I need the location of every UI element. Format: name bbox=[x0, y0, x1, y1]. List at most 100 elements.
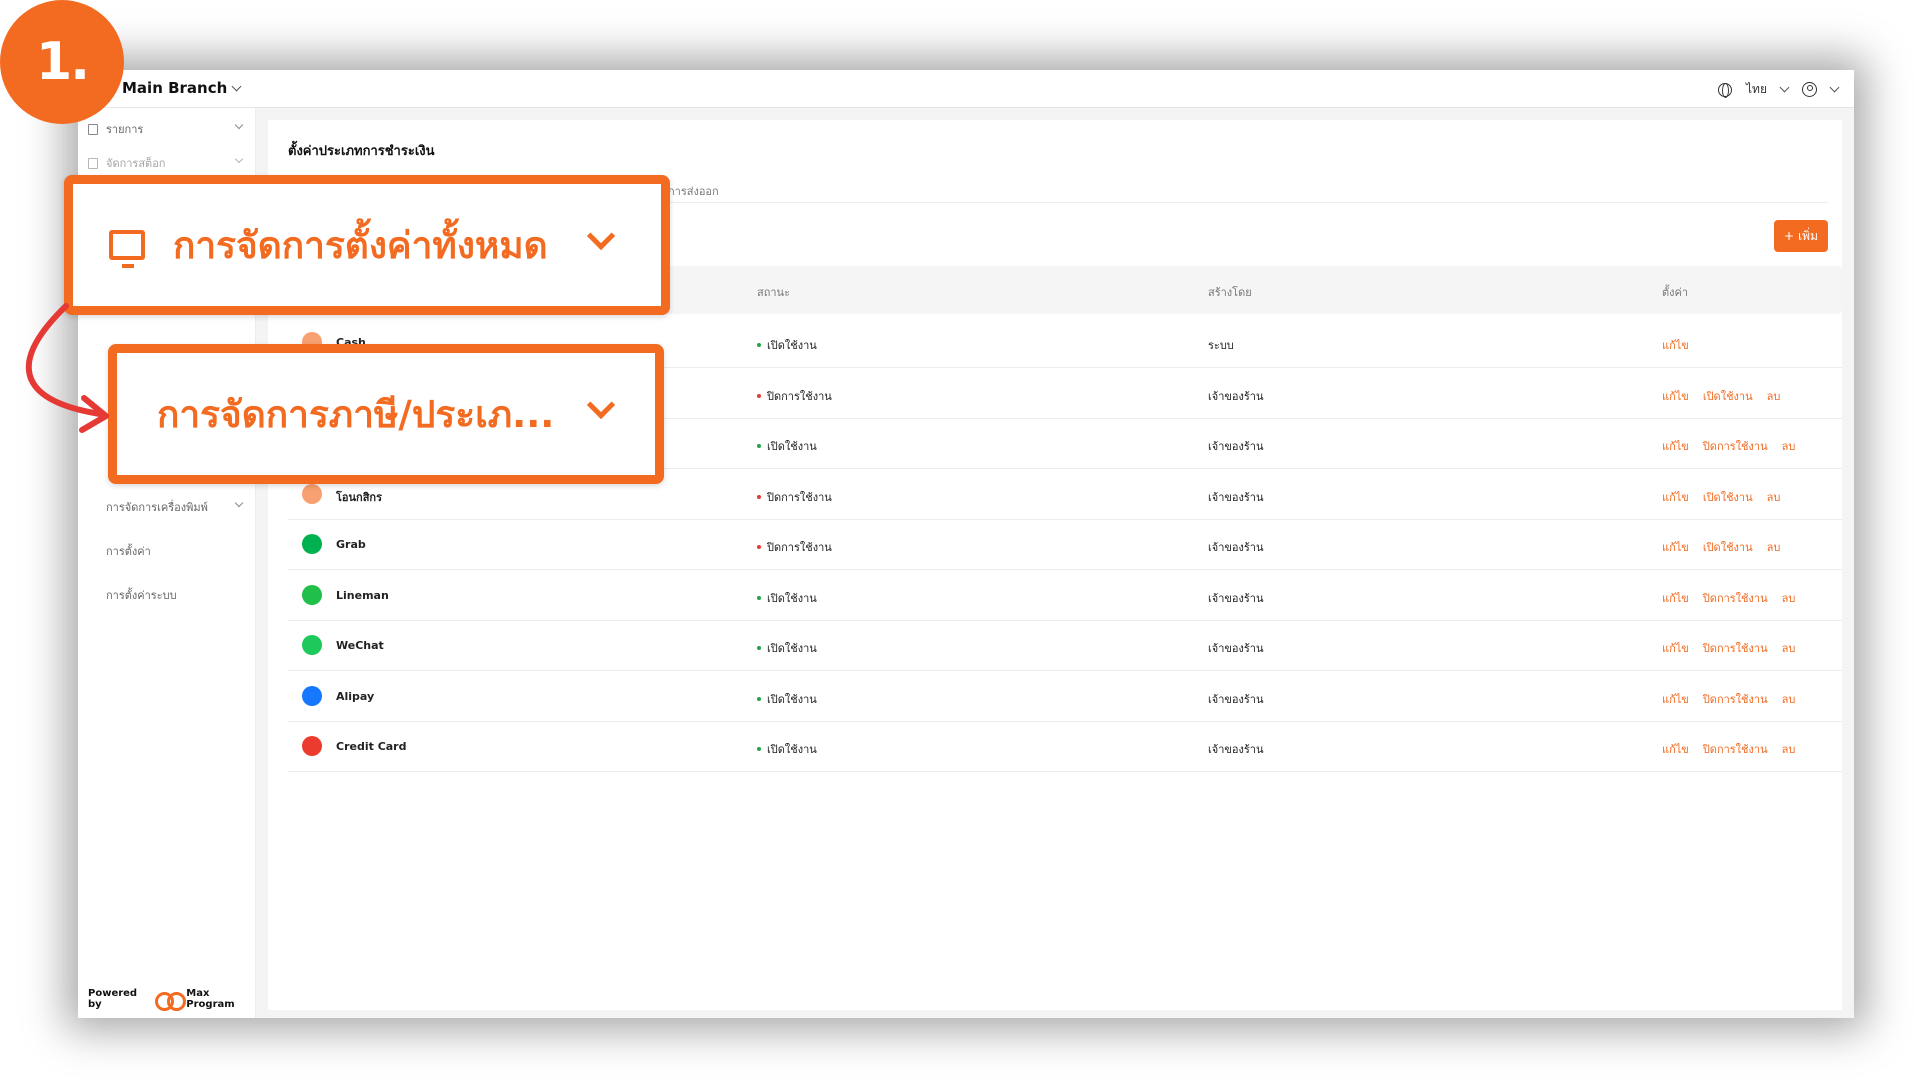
chevron-down-icon bbox=[234, 154, 244, 164]
top-right-controls: ไทย bbox=[1718, 80, 1840, 99]
created-by-cell: เจ้าของร้าน bbox=[1208, 541, 1264, 554]
table-row: WeChat เปิดใช้งาน เจ้าของร้าน แก้ไข ปิดการใช… bbox=[288, 621, 1842, 671]
callout-settings-menu: การจัดการตั้งค่าทั้งหมด bbox=[64, 175, 670, 315]
row-actions: แก้ไข ปิดการใช้งาน ลบ bbox=[1662, 690, 1795, 708]
row-actions: แก้ไข เปิดใช้งาน ลบ bbox=[1662, 387, 1780, 405]
callout-tax-label: การจัดการภาษี/ประเภ... bbox=[157, 392, 555, 436]
row-action-link[interactable]: ปิดการใช้งาน bbox=[1703, 589, 1768, 607]
step-badge: 1. bbox=[0, 0, 124, 124]
row-action-link[interactable]: แก้ไข bbox=[1662, 387, 1689, 405]
alipay-icon bbox=[302, 685, 322, 706]
row-action-link[interactable]: ปิดการใช้งาน bbox=[1703, 690, 1768, 708]
sidebar-item-list[interactable]: รายการ bbox=[88, 120, 246, 138]
callout-tax-menu: การจัดการภาษี/ประเภ... bbox=[108, 344, 664, 484]
status-cell: ปิดการใช้งาน bbox=[757, 387, 832, 405]
row-action-link[interactable]: แก้ไข bbox=[1662, 488, 1689, 506]
row-action-link[interactable]: ลบ bbox=[1782, 589, 1796, 607]
add-button[interactable]: + เพิ่ม bbox=[1774, 220, 1828, 252]
add-button-label: เพิ่ม bbox=[1798, 228, 1818, 243]
row-action-link[interactable]: แก้ไข bbox=[1662, 538, 1689, 556]
globe-icon bbox=[1718, 82, 1733, 98]
status-text: เปิดใช้งาน bbox=[767, 692, 817, 706]
chevron-down-icon bbox=[586, 390, 616, 420]
payment-type-name: Grab bbox=[336, 538, 366, 551]
row-action-link[interactable]: แก้ไข bbox=[1662, 437, 1689, 455]
status-cell: ปิดการใช้งาน bbox=[757, 538, 832, 556]
credit-card-icon bbox=[302, 736, 322, 756]
payment-type-name: Lineman bbox=[336, 588, 389, 602]
sidebar-item-label: การตั้งค่าระบบ bbox=[106, 589, 177, 602]
branch-name: Main Branch bbox=[122, 79, 228, 97]
payment-type-name: โอนกสิกร bbox=[336, 490, 382, 504]
row-action-link[interactable]: เปิดใช้งาน bbox=[1703, 387, 1753, 405]
row-action-link[interactable]: ปิดการใช้งาน bbox=[1703, 740, 1768, 758]
row-actions: แก้ไข ปิดการใช้งาน ลบ bbox=[1662, 639, 1795, 657]
row-action-link[interactable]: ปิดการใช้งาน bbox=[1703, 639, 1768, 657]
chevron-down-icon bbox=[586, 221, 616, 251]
status-cell: เปิดใช้งาน bbox=[757, 639, 817, 657]
sidebar-item-label: จัดการสต็อก bbox=[106, 157, 166, 170]
row-action-link[interactable]: ลบ bbox=[1782, 740, 1796, 758]
language-selector[interactable]: ไทย bbox=[1746, 80, 1767, 99]
sidebar-item-label: การตั้งค่า bbox=[106, 545, 151, 558]
sidebar-item-label: รายการ bbox=[106, 123, 144, 136]
column-header-created-by: สร้างโดย bbox=[1208, 286, 1252, 299]
created-by-cell: เจ้าของร้าน bbox=[1208, 490, 1264, 504]
table-row: Grab ปิดการใช้งาน เจ้าของร้าน แก้ไข เปิดใช้ง… bbox=[288, 520, 1842, 570]
status-cell: เปิดใช้งาน bbox=[757, 740, 817, 758]
chevron-down-icon bbox=[231, 81, 242, 91]
status-text: เปิดใช้งาน bbox=[767, 591, 817, 605]
row-actions: แก้ไข เปิดใช้งาน ลบ bbox=[1662, 538, 1780, 556]
chevron-down-icon bbox=[234, 120, 244, 130]
created-by-cell: เจ้าของร้าน bbox=[1208, 591, 1264, 605]
row-actions: แก้ไข ปิดการใช้งาน ลบ bbox=[1662, 589, 1795, 607]
status-dot-icon bbox=[757, 545, 761, 549]
row-action-link[interactable]: ลบ bbox=[1782, 690, 1796, 708]
row-action-link[interactable]: ลบ bbox=[1767, 387, 1781, 405]
row-action-link[interactable]: เปิดใช้งาน bbox=[1703, 488, 1753, 506]
sidebar-item-label: การจัดการเครื่องพิมพ์ bbox=[106, 501, 208, 514]
wechat-icon bbox=[302, 635, 322, 655]
document-icon bbox=[88, 157, 98, 169]
created-by-cell: เจ้าของร้าน bbox=[1208, 389, 1264, 403]
status-dot-icon bbox=[757, 444, 761, 448]
chevron-down-icon bbox=[234, 498, 244, 508]
row-action-link[interactable]: ลบ bbox=[1767, 488, 1781, 506]
row-actions: แก้ไข ปิดการใช้งาน ลบ bbox=[1662, 437, 1795, 455]
grab-icon bbox=[302, 534, 322, 554]
row-action-link[interactable]: ลบ bbox=[1782, 639, 1796, 657]
lineman-icon bbox=[302, 584, 322, 605]
row-action-link[interactable]: ปิดการใช้งาน bbox=[1703, 437, 1768, 455]
table-row: Alipay เปิดใช้งาน เจ้าของร้าน แก้ไข ปิดการใช… bbox=[288, 672, 1842, 722]
tutorial-stage: Main Branch ไทย รายการ จัดการสต็อก การจั… bbox=[0, 0, 1920, 1080]
sidebar-item-system-settings[interactable]: การตั้งค่าระบบ bbox=[88, 586, 246, 604]
row-action-link[interactable]: เปิดใช้งาน bbox=[1703, 538, 1753, 556]
column-header-status: สถานะ bbox=[757, 286, 790, 299]
user-icon[interactable] bbox=[1802, 82, 1817, 97]
chevron-down-icon[interactable] bbox=[1829, 82, 1840, 93]
status-text: ปิดการใช้งาน bbox=[767, 389, 832, 403]
row-action-link[interactable]: ลบ bbox=[1782, 437, 1796, 455]
status-text: ปิดการใช้งาน bbox=[767, 541, 832, 554]
row-action-link[interactable]: แก้ไข bbox=[1662, 336, 1689, 354]
row-action-link[interactable]: แก้ไข bbox=[1662, 639, 1689, 657]
payment-type-name: Alipay bbox=[336, 689, 375, 703]
row-action-link[interactable]: แก้ไข bbox=[1662, 740, 1689, 758]
row-actions: แก้ไข เปิดใช้งาน ลบ bbox=[1662, 488, 1780, 506]
sidebar-item-settings[interactable]: การตั้งค่า bbox=[88, 542, 246, 560]
column-header-settings: ตั้งค่า bbox=[1662, 286, 1689, 299]
sidebar-item-printer[interactable]: การจัดการเครื่องพิมพ์ bbox=[88, 498, 246, 516]
branch-selector[interactable]: Main Branch bbox=[122, 79, 242, 97]
created-by-cell: ระบบ bbox=[1208, 339, 1234, 352]
table-row: Lineman เปิดใช้งาน เจ้าของร้าน แก้ไข ปิดการใ… bbox=[288, 571, 1842, 621]
callout-settings-label: การจัดการตั้งค่าทั้งหมด bbox=[173, 223, 548, 267]
row-action-link[interactable]: แก้ไข bbox=[1662, 589, 1689, 607]
created-by-cell: เจ้าของร้าน bbox=[1208, 743, 1264, 756]
tab-export[interactable]: การส่งออก bbox=[668, 182, 719, 200]
plus-icon: + bbox=[1784, 229, 1795, 243]
table-row: Credit Card เปิดใช้งาน เจ้าของร้าน แก้ไข ปิด… bbox=[288, 722, 1842, 772]
sidebar-item-stock[interactable]: จัดการสต็อก bbox=[88, 154, 246, 172]
row-action-link[interactable]: แก้ไข bbox=[1662, 690, 1689, 708]
row-action-link[interactable]: ลบ bbox=[1767, 538, 1781, 556]
created-by-cell: เจ้าของร้าน bbox=[1208, 642, 1264, 655]
